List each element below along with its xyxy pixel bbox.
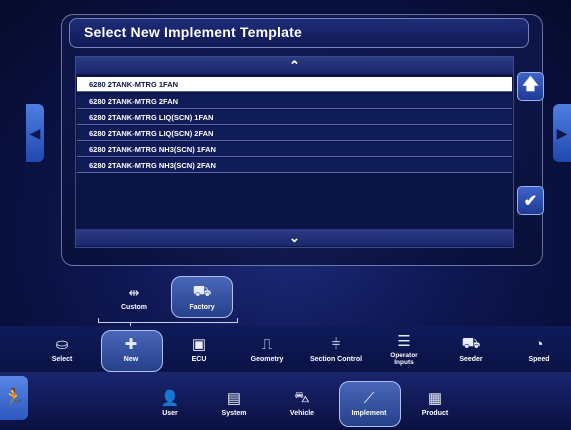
menu-item-operator-inputs-label: Operator Inputs bbox=[390, 352, 418, 366]
main-item-implement[interactable]: ⟋ Implement bbox=[341, 386, 397, 424]
list-item[interactable]: 6280 2TANK-MTRG LIQ(SCN) 2FAN bbox=[77, 126, 512, 141]
list-item[interactable]: 6280 2TANK-MTRG 1FAN bbox=[77, 77, 512, 92]
scroll-up-button[interactable]: ⌃ bbox=[76, 57, 513, 74]
move-up-button[interactable]: 🡅 bbox=[517, 72, 544, 101]
product-icon: ▦ bbox=[427, 390, 443, 407]
menu-item-operator-inputs[interactable]: ☰ Operator Inputs bbox=[376, 330, 432, 370]
main-item-product-label: Product bbox=[421, 410, 449, 417]
main-item-system[interactable]: ▤ System bbox=[211, 386, 257, 424]
operator-inputs-icon: ☰ bbox=[397, 333, 411, 350]
arrow-up-icon: 🡅 bbox=[522, 76, 539, 93]
menu-item-geometry-label: Geometry bbox=[250, 356, 284, 363]
running-person-icon: 🏃 bbox=[3, 388, 25, 407]
vehicle-icon: ⛍ bbox=[294, 388, 310, 406]
list-item[interactable]: 6280 2TANK-MTRG NH3(SCN) 1FAN bbox=[77, 142, 512, 157]
chevron-down-icon: ⌄ bbox=[289, 229, 300, 245]
menu-item-new-label: New bbox=[123, 356, 139, 363]
bracket-right bbox=[237, 318, 238, 323]
main-item-user[interactable]: 👤 User bbox=[150, 386, 190, 424]
confirm-button[interactable]: ✔ bbox=[517, 186, 544, 215]
custom-implement-icon: ⇹ bbox=[128, 285, 140, 300]
menu-item-geometry[interactable]: ⎍ Geometry bbox=[242, 332, 292, 370]
chevron-up-icon: ⌃ bbox=[289, 57, 300, 73]
menu-item-seeder-label: Seeder bbox=[459, 356, 483, 363]
select-icon: ⛀ bbox=[55, 336, 69, 353]
new-wand-icon: ✚ bbox=[124, 336, 138, 353]
nav-right-arrow[interactable]: ▶ bbox=[553, 104, 571, 162]
menu-item-section-control[interactable]: ⫩ Section Control bbox=[305, 332, 367, 370]
custom-option[interactable]: ⇹ Custom bbox=[105, 282, 163, 318]
menu-item-speed[interactable]: ◔ Speed bbox=[516, 332, 562, 370]
speed-gauge-icon: ◔ bbox=[534, 335, 544, 353]
implement-icon: ⟋ bbox=[363, 389, 375, 407]
menu-item-ecu-label: ECU bbox=[191, 356, 207, 363]
factory-implement-icon: ⛟ bbox=[192, 282, 212, 300]
main-item-vehicle[interactable]: ⛍ Vehicle bbox=[280, 386, 324, 424]
main-item-product[interactable]: ▦ Product bbox=[412, 386, 458, 424]
menu-item-new[interactable]: ✚ New bbox=[104, 332, 158, 370]
factory-option[interactable]: ⛟ Factory bbox=[171, 276, 233, 318]
main-item-implement-label: Implement bbox=[351, 410, 387, 417]
menu-item-speed-label: Speed bbox=[528, 356, 550, 363]
seeder-icon: ⛟ bbox=[461, 334, 481, 352]
section-control-icon: ⫩ bbox=[331, 335, 341, 353]
menu-item-select[interactable]: ⛀ Select bbox=[40, 332, 84, 370]
checkmark-icon: ✔ bbox=[523, 192, 538, 210]
scroll-down-button[interactable]: ⌄ bbox=[76, 229, 513, 246]
list-item[interactable]: 6280 2TANK-MTRG 2FAN bbox=[77, 94, 512, 109]
nav-left-arrow[interactable]: ◀ bbox=[26, 104, 44, 162]
user-icon: 👤 bbox=[160, 390, 180, 407]
run-screen-button[interactable]: 🏃 bbox=[0, 376, 28, 420]
menu-item-ecu[interactable]: ▣ ECU bbox=[177, 332, 221, 370]
system-monitor-icon: ▤ bbox=[226, 390, 242, 407]
bracket-left bbox=[98, 318, 99, 323]
main-item-user-label: User bbox=[162, 410, 178, 417]
menu-item-seeder[interactable]: ⛟ Seeder bbox=[448, 332, 494, 370]
main-item-system-label: System bbox=[221, 410, 247, 417]
geometry-icon: ⎍ bbox=[261, 335, 273, 353]
bracket-line bbox=[98, 322, 238, 323]
factory-label: Factory bbox=[189, 304, 215, 311]
custom-label: Custom bbox=[120, 304, 148, 311]
list-item[interactable]: 6280 2TANK-MTRG NH3(SCN) 2FAN bbox=[77, 158, 512, 173]
ecu-box-icon: ▣ bbox=[191, 336, 207, 353]
menu-item-select-label: Select bbox=[51, 356, 73, 363]
template-list: ⌃ 6280 2TANK-MTRG 1FAN 6280 2TANK-MTRG 2… bbox=[75, 56, 514, 248]
list-item[interactable]: 6280 2TANK-MTRG LIQ(SCN) 1FAN bbox=[77, 110, 512, 125]
menu-item-section-control-label: Section Control bbox=[309, 356, 363, 363]
main-item-vehicle-label: Vehicle bbox=[289, 410, 315, 417]
dialog-title: Select New Implement Template bbox=[84, 24, 302, 40]
